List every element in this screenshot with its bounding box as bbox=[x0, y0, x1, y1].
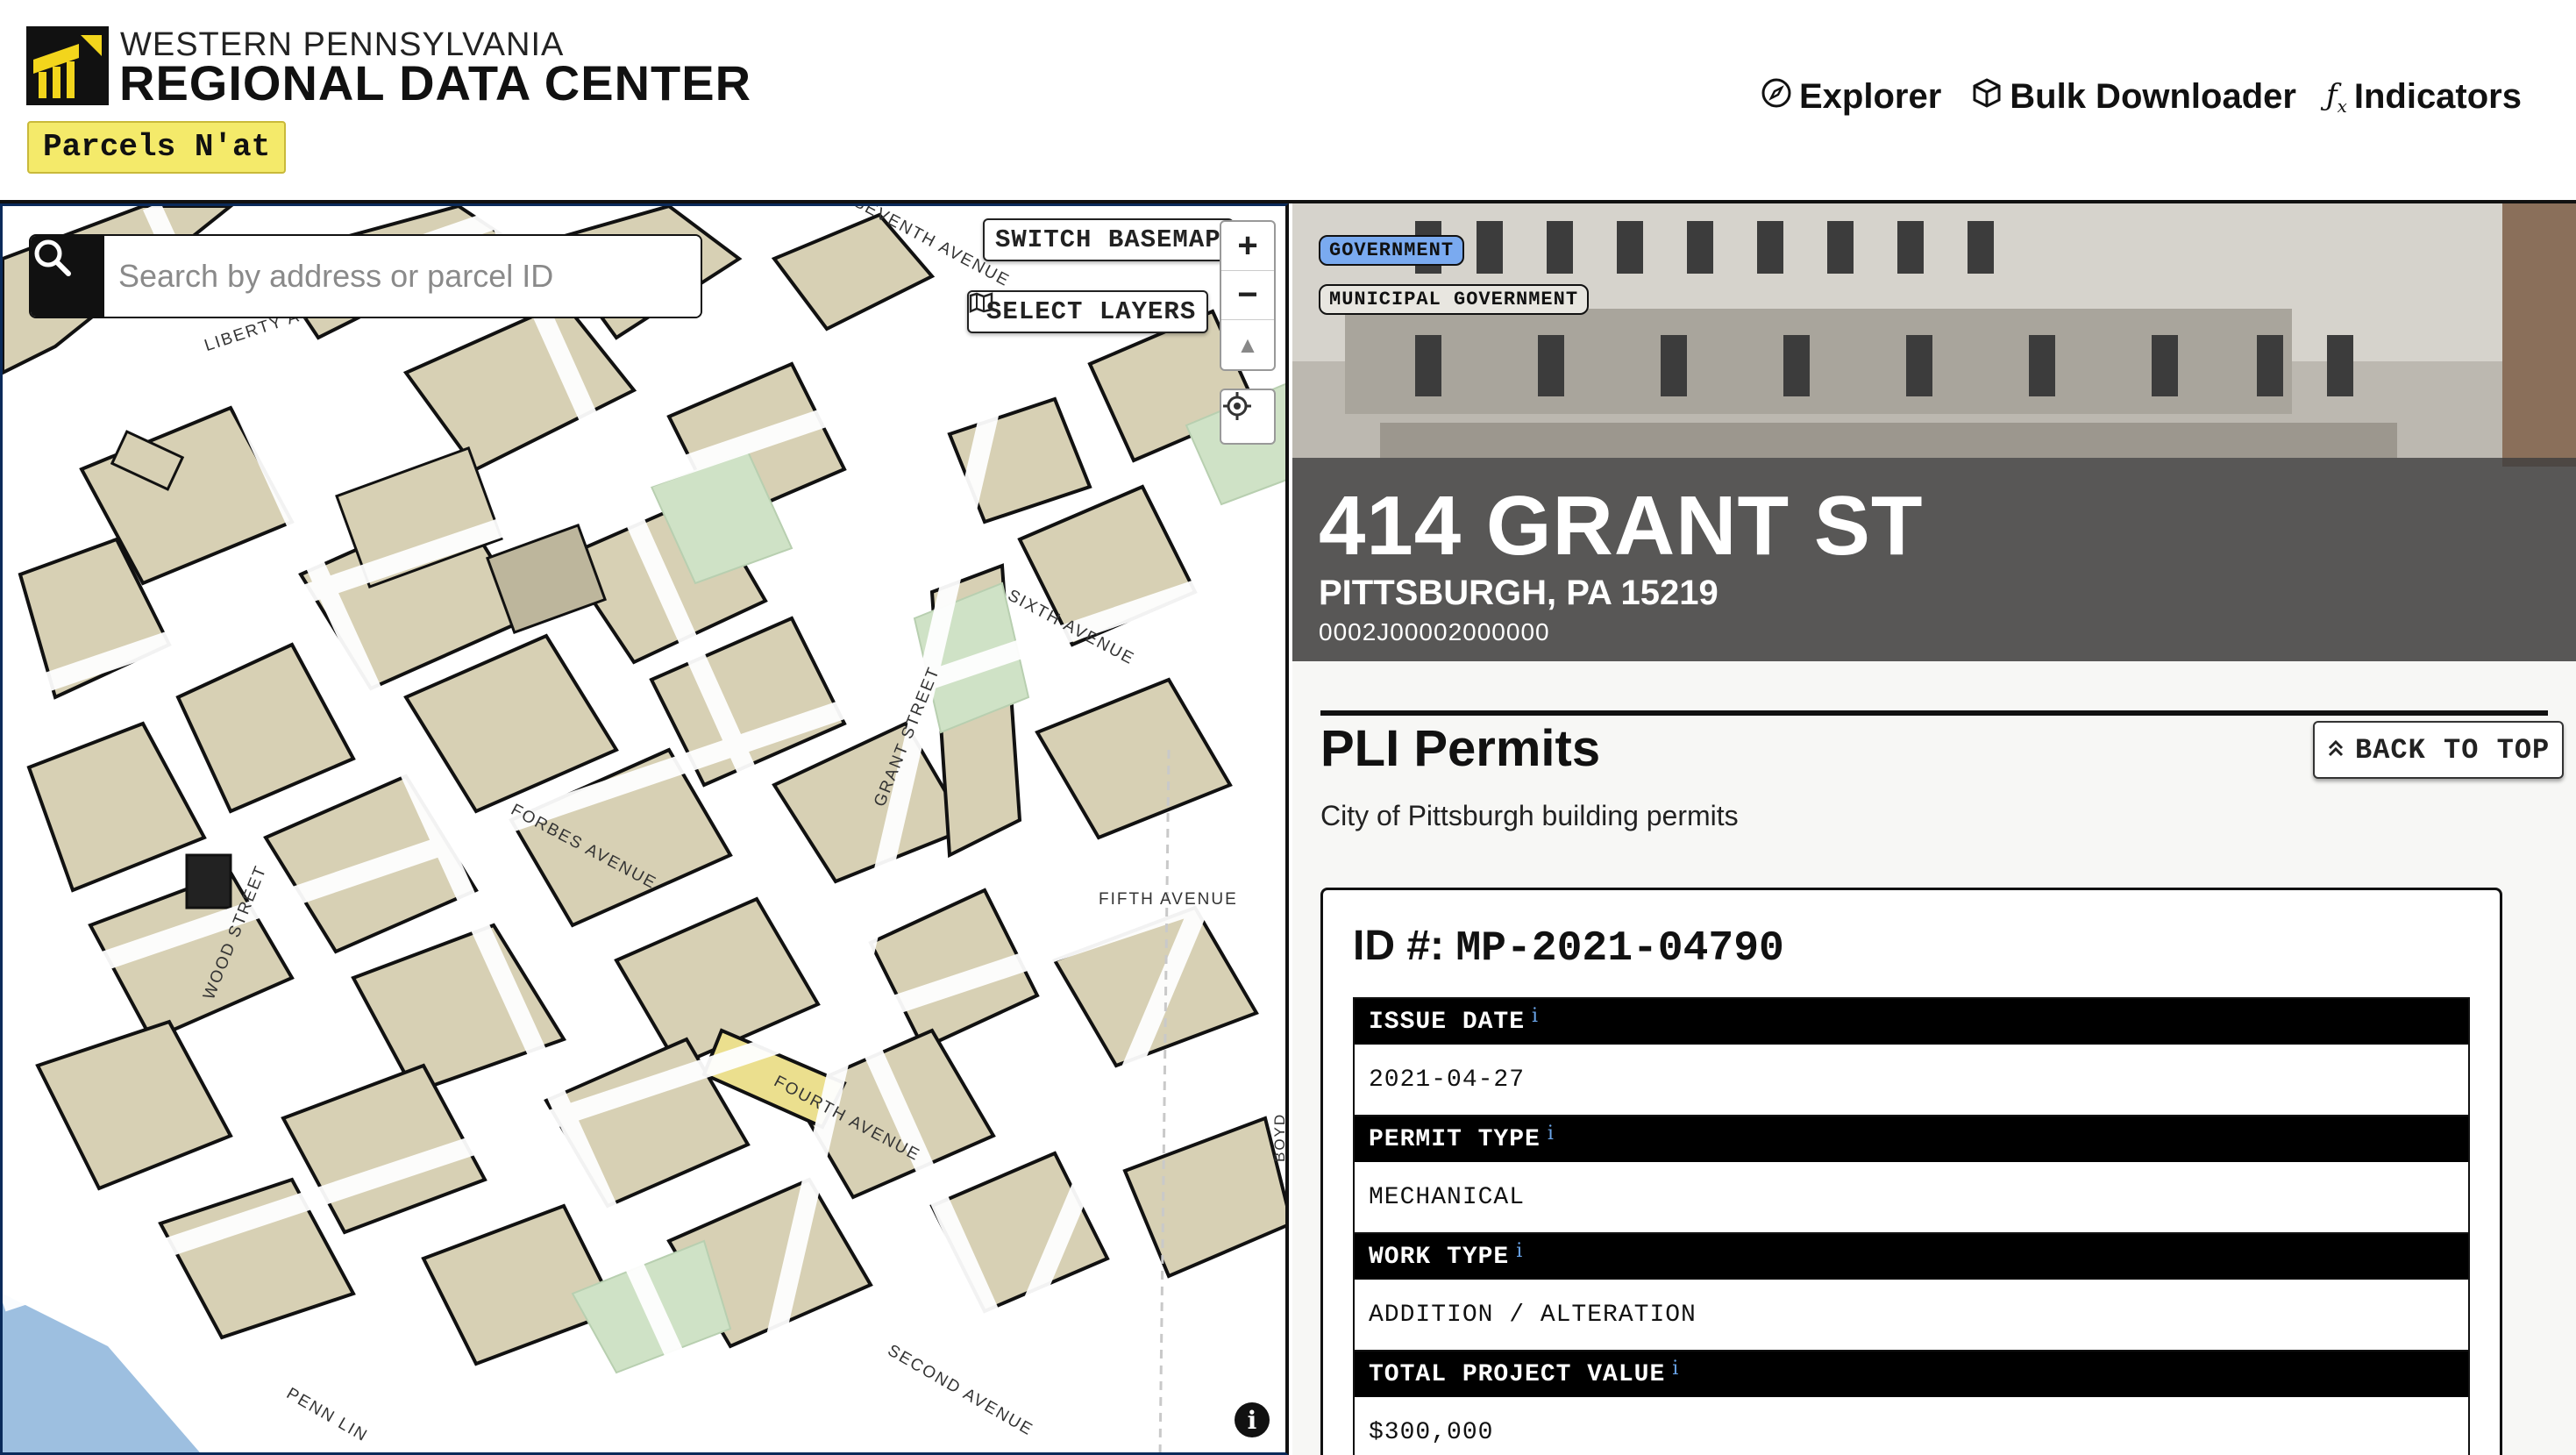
street-label: FIFTH AVENUE bbox=[1099, 890, 1238, 909]
nav-explorer[interactable]: Explorer bbox=[1761, 77, 1941, 117]
subcategory-tag[interactable]: MUNICIPAL GOVERNMENT bbox=[1319, 284, 1590, 315]
category-tag[interactable]: GOVERNMENT bbox=[1319, 235, 1465, 266]
permit-id-label: ID #: bbox=[1353, 923, 1445, 969]
info-icon[interactable]: i bbox=[1548, 1123, 1555, 1145]
nav-explorer-label: Explorer bbox=[1798, 77, 1942, 116]
permit-card: ID #: MP-2021-04790 ISSUE DATE i 2021-04-… bbox=[1320, 888, 2502, 1455]
parcel-id: 0002J00002000000 bbox=[1319, 618, 1550, 645]
map-info-button[interactable]: i bbox=[1235, 1402, 1270, 1437]
field-label: WORK TYPE i bbox=[1355, 1234, 2468, 1280]
info-icon[interactable]: i bbox=[1672, 1358, 1679, 1380]
field-value: $300,000 bbox=[1355, 1397, 2468, 1455]
field-label: PERMIT TYPE i bbox=[1355, 1116, 2468, 1162]
parcel-photo: GOVERNMENT MUNICIPAL GOVERNMENT 414 GRAN… bbox=[1292, 203, 2576, 661]
geolocate-button[interactable] bbox=[1220, 389, 1276, 445]
back-to-top-label: BACK TO TOP bbox=[2355, 733, 2551, 767]
parcel-address: 414 GRANT ST bbox=[1319, 479, 1924, 573]
permit-id-heading: ID #: MP-2021-04790 bbox=[1353, 922, 2470, 973]
nav-indicators-label: Indicators bbox=[2353, 77, 2522, 116]
field-label-text: WORK TYPE bbox=[1369, 1243, 1510, 1271]
field-label: TOTAL PROJECT VALUE i bbox=[1355, 1352, 2468, 1397]
switch-basemap-button[interactable]: SWITCH BASEMAP bbox=[983, 218, 1234, 261]
back-to-top-button[interactable]: BACK TO TOP bbox=[2313, 721, 2565, 779]
compass-reset-button[interactable]: ▲ bbox=[1221, 320, 1274, 369]
field-label-text: PERMIT TYPE bbox=[1369, 1125, 1541, 1153]
section-subtitle: City of Pittsburgh building permits bbox=[1320, 800, 1739, 831]
section-title: PLI Permits bbox=[1320, 720, 1601, 777]
select-layers-label: SELECT LAYERS bbox=[986, 297, 1197, 326]
field-total-project-value: TOTAL PROJECT VALUE i $300,000 bbox=[1353, 1350, 2470, 1455]
select-layers-button[interactable]: SELECT LAYERS bbox=[967, 290, 1209, 333]
org-name-main[interactable]: REGIONAL DATA CENTER bbox=[119, 54, 751, 111]
nav-indicators[interactable]: ƒx Indicators bbox=[2326, 77, 2522, 117]
main-nav: Explorer Bulk Downloader ƒx Indicators bbox=[1761, 77, 2522, 117]
nav-bulk-downloader-label: Bulk Downloader bbox=[2010, 77, 2296, 116]
field-value: 2021-04-27 bbox=[1355, 1045, 2468, 1115]
double-chevron-up-icon bbox=[2327, 734, 2345, 767]
parcel-city: PITTSBURGH, PA 15219 bbox=[1319, 574, 1719, 612]
parcel-search bbox=[29, 234, 702, 318]
parcel-map[interactable]: SEVENTH AVENUE LIBERTY AV GRANT STREET S… bbox=[0, 203, 1289, 1455]
field-label-text: TOTAL PROJECT VALUE bbox=[1369, 1360, 1666, 1388]
field-value: MECHANICAL bbox=[1355, 1162, 2468, 1232]
field-label: ISSUE DATE i bbox=[1355, 999, 2468, 1045]
package-icon bbox=[1971, 77, 2003, 117]
app-name-badge[interactable]: Parcels N'at bbox=[27, 121, 287, 174]
field-work-type: WORK TYPE i ADDITION / ALTERATION bbox=[1353, 1232, 2470, 1350]
info-icon[interactable]: i bbox=[1532, 1005, 1539, 1027]
parcel-detail-panel: GOVERNMENT MUNICIPAL GOVERNMENT 414 GRAN… bbox=[1292, 203, 2576, 1455]
map-canvas[interactable] bbox=[3, 206, 1289, 1455]
address-caption: 414 GRANT ST PITTSBURGH, PA 15219 0002J0… bbox=[1292, 458, 2576, 661]
field-issue-date: ISSUE DATE i 2021-04-27 bbox=[1353, 997, 2470, 1115]
field-label-text: ISSUE DATE bbox=[1369, 1008, 1526, 1036]
permit-id-value: MP-2021-04790 bbox=[1455, 925, 1784, 973]
function-icon: ƒx bbox=[2325, 77, 2347, 117]
field-value: ADDITION / ALTERATION bbox=[1355, 1280, 2468, 1350]
nav-bulk-downloader[interactable]: Bulk Downloader bbox=[1971, 77, 2296, 117]
search-button[interactable] bbox=[31, 236, 104, 317]
info-icon[interactable]: i bbox=[1516, 1240, 1523, 1262]
field-permit-type: PERMIT TYPE i MECHANICAL bbox=[1353, 1115, 2470, 1232]
wprdc-logo-icon[interactable] bbox=[26, 26, 109, 105]
zoom-out-button[interactable]: − bbox=[1221, 271, 1274, 320]
street-label: BOYD STREET bbox=[1271, 1112, 1288, 1162]
top-header: WESTERN PENNSYLVANIA REGIONAL DATA CENTE… bbox=[0, 0, 2576, 203]
section-divider bbox=[1320, 710, 2548, 716]
search-input[interactable] bbox=[104, 236, 701, 317]
zoom-controls: + − ▲ bbox=[1220, 220, 1276, 371]
compass-icon bbox=[1761, 77, 1792, 117]
zoom-in-button[interactable]: + bbox=[1221, 222, 1274, 271]
